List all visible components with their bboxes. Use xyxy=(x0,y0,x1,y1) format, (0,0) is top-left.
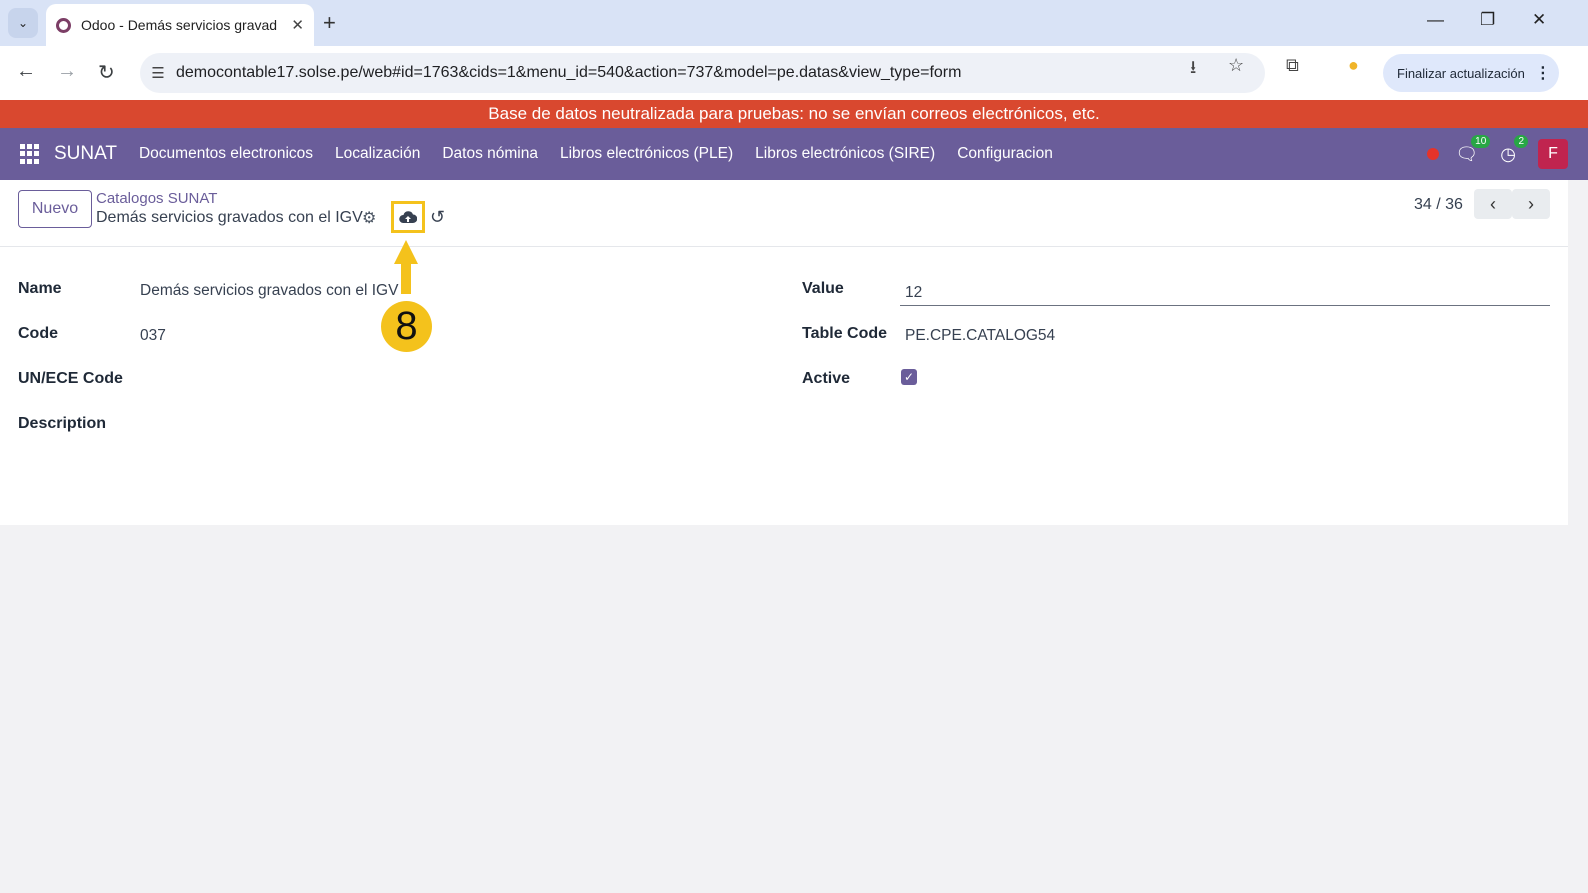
name-field[interactable]: Demás servicios gravados con el IGV xyxy=(140,282,398,300)
back-arrow-icon[interactable]: ← xyxy=(16,60,36,83)
app-grid-icon[interactable] xyxy=(20,144,40,164)
extensions-puzzle-icon[interactable]: ⧉ xyxy=(1286,55,1299,76)
gear-icon[interactable]: ⚙ xyxy=(362,208,376,228)
reload-icon[interactable]: ↻ xyxy=(98,60,115,85)
annotation-arrow-shaft xyxy=(401,262,411,294)
finish-update-label: Finalizar actualización xyxy=(1397,65,1525,81)
form-view: Nuevo Catalogos SUNAT Demás servicios gr… xyxy=(0,180,1568,525)
kebab-menu-icon[interactable]: ⋮ xyxy=(1535,63,1551,83)
url-text[interactable]: democontable17.solse.pe/web#id=1763&cids… xyxy=(176,64,961,82)
close-window-icon[interactable]: ✕ xyxy=(1532,10,1546,30)
pager-value[interactable]: 34 / 36 xyxy=(1414,196,1463,214)
menu-libros-sire[interactable]: Libros electrónicos (SIRE) xyxy=(755,145,935,163)
profile-extension-icon[interactable]: ● xyxy=(1348,55,1359,76)
code-label: Code xyxy=(18,325,58,342)
breadcrumb-record-name: Demás servicios gravados con el IGV xyxy=(96,209,363,226)
new-tab-button[interactable]: + xyxy=(323,10,336,36)
odoo-favicon-icon xyxy=(56,17,71,33)
annotation-arrow-head xyxy=(394,240,418,264)
forward-arrow-icon[interactable]: → xyxy=(57,60,77,83)
discard-changes-icon[interactable]: ↺ xyxy=(430,207,445,228)
table-code-field[interactable]: PE.CPE.CATALOG54 xyxy=(905,327,1055,345)
name-label: Name xyxy=(18,280,62,297)
browser-address-bar: ← → ↻ ☰ democontable17.solse.pe/web#id=1… xyxy=(0,46,1588,100)
pager-next-button[interactable]: › xyxy=(1512,189,1550,219)
restore-window-icon[interactable]: ❐ xyxy=(1480,10,1495,30)
recording-indicator-icon[interactable] xyxy=(1427,148,1440,160)
pager-previous-button[interactable]: ‹ xyxy=(1474,189,1512,219)
tab-search-dropdown-button[interactable]: ⌄ xyxy=(8,8,38,38)
messages-count-badge: 10 xyxy=(1471,134,1491,148)
code-field[interactable]: 037 xyxy=(140,327,166,345)
minimize-window-icon[interactable]: — xyxy=(1427,10,1444,30)
menu-localizacion[interactable]: Localización xyxy=(335,145,420,163)
app-brand[interactable]: SUNAT xyxy=(54,143,117,165)
messaging-button[interactable]: 🗨 10 xyxy=(1455,134,1491,165)
odoo-navbar: SUNAT Documentos electronicos Localizaci… xyxy=(0,128,1588,180)
neutralized-db-banner: Base de datos neutralizada para pruebas:… xyxy=(0,100,1588,128)
value-input[interactable] xyxy=(900,276,1550,306)
menu-configuracion[interactable]: Configuracion xyxy=(957,145,1053,163)
browser-tab-active[interactable]: Odoo - Demás servicios gravad ✕ xyxy=(46,4,314,46)
value-label: Value xyxy=(802,280,844,297)
menu-documentos-electronicos[interactable]: Documentos electronicos xyxy=(139,145,313,163)
menu-libros-ple[interactable]: Libros electrónicos (PLE) xyxy=(560,145,733,163)
finish-update-button[interactable]: Finalizar actualización ⋮ xyxy=(1383,54,1559,92)
browser-tab-bar: ⌄ Odoo - Demás servicios gravad ✕ + — ❐ … xyxy=(0,0,1588,46)
bookmark-star-icon[interactable]: ☆ xyxy=(1228,55,1244,76)
breadcrumb-catalogos[interactable]: Catalogos SUNAT xyxy=(96,190,217,207)
active-checkbox[interactable]: ✓ xyxy=(901,369,917,385)
user-avatar[interactable]: F xyxy=(1538,139,1568,169)
url-omnibox[interactable]: ☰ democontable17.solse.pe/web#id=1763&ci… xyxy=(140,53,1265,93)
new-record-button[interactable]: Nuevo xyxy=(18,190,92,228)
chevron-down-icon: ⌄ xyxy=(17,16,29,30)
activities-count-badge: 2 xyxy=(1514,134,1528,148)
activities-button[interactable]: ◷ 2 xyxy=(1500,134,1528,165)
step-number-badge: 8 xyxy=(381,301,432,352)
active-label: Active xyxy=(802,370,851,387)
chevron-left-icon: ‹ xyxy=(1490,193,1496,214)
chevron-right-icon: › xyxy=(1528,193,1534,214)
site-settings-icon[interactable]: ☰ xyxy=(140,64,176,82)
unece-code-label: UN/ECE Code xyxy=(18,370,123,387)
table-code-label: Table Code xyxy=(802,325,888,342)
close-tab-icon[interactable]: ✕ xyxy=(291,16,304,34)
cloud-upload-icon xyxy=(399,211,417,223)
description-label: Description xyxy=(18,415,107,432)
control-panel: Nuevo Catalogos SUNAT Demás servicios gr… xyxy=(0,180,1568,247)
install-app-icon[interactable]: ⭳ xyxy=(1190,55,1196,85)
menu-datos-nomina[interactable]: Datos nómina xyxy=(442,145,538,163)
save-button-highlight[interactable] xyxy=(391,201,425,233)
tab-title: Odoo - Demás servicios gravad xyxy=(81,17,278,33)
clock-icon: ◷ xyxy=(1500,143,1516,164)
